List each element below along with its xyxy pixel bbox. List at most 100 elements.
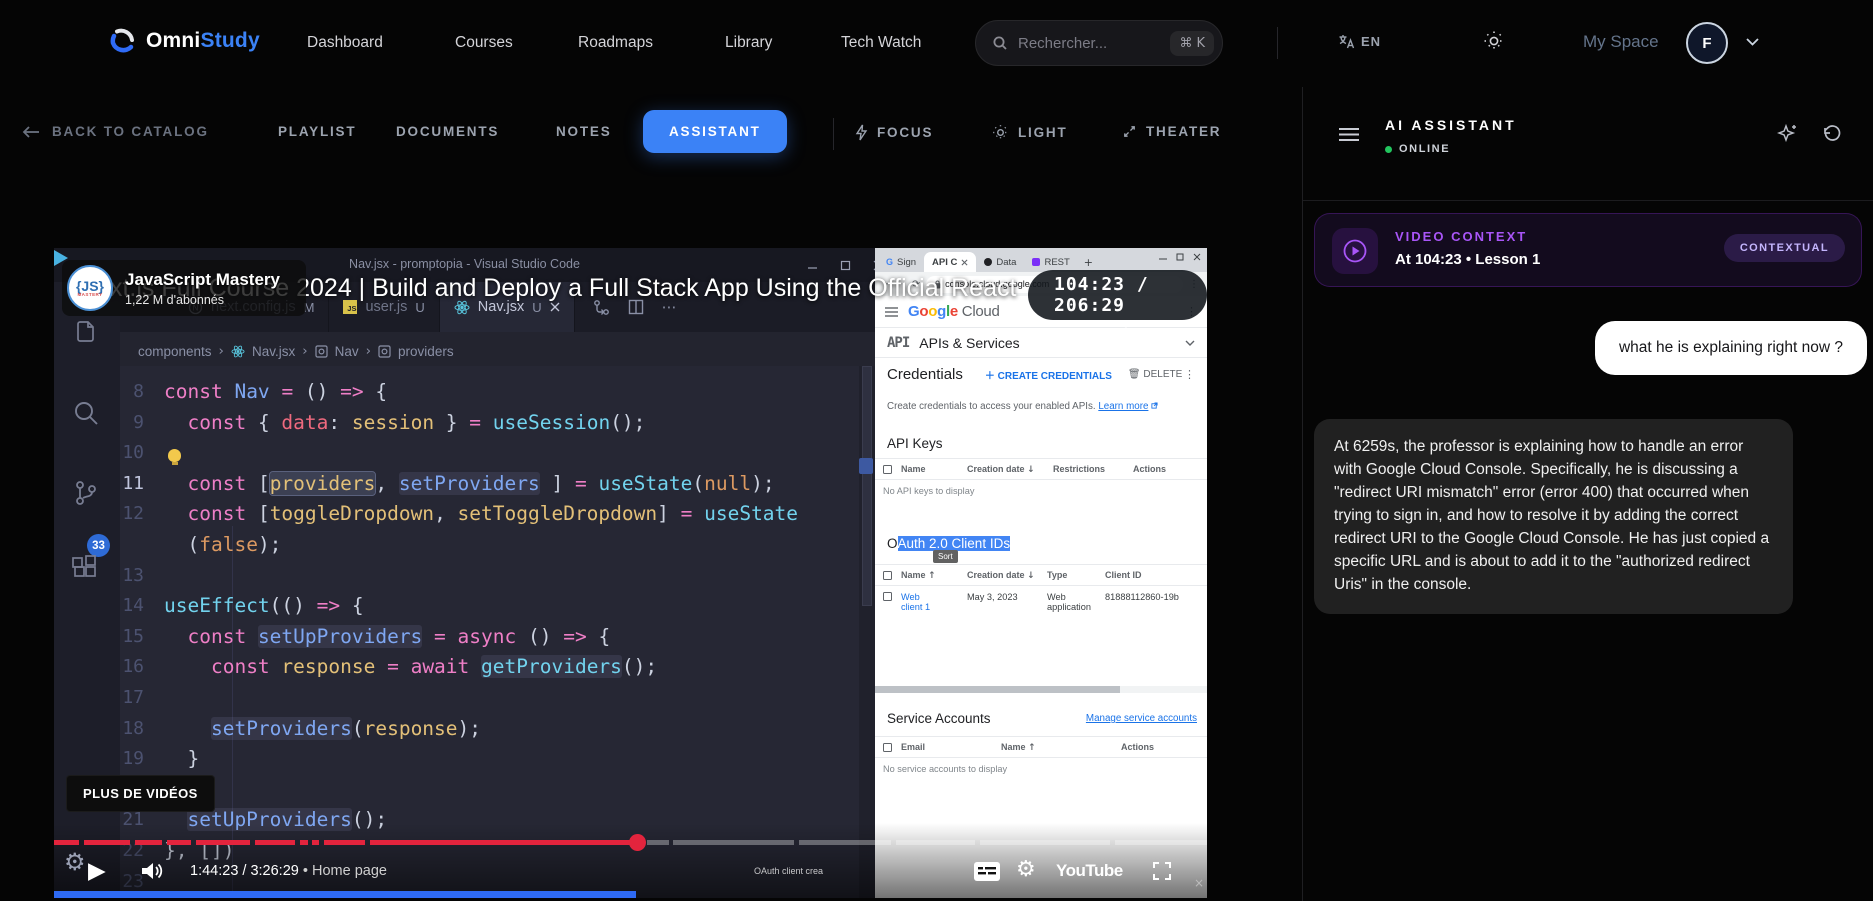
my-space-label[interactable]: My Space — [1583, 32, 1659, 52]
code-text: const response = await getProviders(); — [164, 652, 657, 683]
nav-dashboard[interactable]: Dashboard — [307, 34, 383, 52]
video-player[interactable]: Nav.jsx - promptopia - Visual Studio Cod… — [54, 248, 1207, 898]
oauth-client-row[interactable]: Webclient 1 May 3, 2023 Webapplication 8… — [875, 592, 1207, 612]
scrollbar-thumb[interactable] — [862, 366, 872, 606]
channel-avatar[interactable]: {JS} MASTERY — [67, 265, 113, 311]
close-tab-icon[interactable] — [961, 259, 968, 266]
code-line: 20 — [120, 775, 859, 806]
assistant-sidebar: AI ASSISTANT ONLINE VIDEO CONTEXT At 104… — [1302, 87, 1873, 901]
search-sidebar-icon[interactable] — [71, 398, 101, 428]
progress-segment — [799, 840, 891, 845]
close-icon[interactable]: × — [1194, 876, 1204, 890]
new-tab-button[interactable]: + — [1084, 256, 1093, 269]
play-button[interactable]: ▶ — [88, 858, 106, 884]
theme-brightness-button[interactable] — [1483, 30, 1505, 52]
channel-subscribers: 1,22 M d'abonnés — [125, 293, 280, 307]
code-text: } — [164, 744, 199, 775]
progress-segment — [167, 840, 191, 845]
checkbox[interactable] — [883, 571, 892, 580]
fullscreen-button[interactable] — [1152, 861, 1172, 881]
search-input[interactable]: Rechercher... ⌘K — [975, 20, 1223, 66]
code-text: const [toggleDropdown, setToggleDropdown… — [164, 499, 798, 530]
channel-name[interactable]: JavaScript Mastery — [125, 270, 280, 290]
profile-chevron-down-icon[interactable] — [1746, 38, 1759, 46]
close-tab-icon[interactable] — [550, 302, 560, 312]
hamburger-menu-icon[interactable] — [885, 307, 898, 317]
progress-segment — [647, 840, 669, 845]
nav-courses[interactable]: Courses — [455, 34, 513, 52]
focus-mode-button[interactable]: FOCUS — [855, 124, 933, 141]
kebab-menu-icon[interactable]: ⋮ — [1184, 368, 1195, 381]
oauth-toast: OAuth client crea — [754, 866, 823, 876]
back-to-catalog-button[interactable]: BACK TO CATALOG — [22, 124, 209, 139]
more-videos-button[interactable]: PLUS DE VIDÉOS — [66, 775, 215, 812]
nav-library[interactable]: Library — [725, 34, 772, 52]
create-credentials-button[interactable]: ＋ CREATE CREDENTIALS — [985, 367, 1112, 382]
scrollbar-thumb[interactable] — [875, 686, 1120, 693]
code-text: const { data: session } = useSession(); — [164, 408, 645, 439]
editor-scrollbar[interactable] — [859, 366, 875, 898]
avatar[interactable]: F — [1686, 22, 1728, 64]
video-progress-bar[interactable] — [54, 840, 1207, 845]
line-number: 19 — [120, 744, 164, 775]
youtube-logo[interactable]: YouTube — [1056, 861, 1123, 881]
nav-roadmaps[interactable]: Roadmaps — [578, 34, 653, 52]
code-line: 12 const [toggleDropdown, setToggleDropd… — [120, 499, 859, 530]
video-context-card[interactable]: VIDEO CONTEXT At 104:23 • Lesson 1 CONTE… — [1314, 213, 1862, 287]
browser-tab-sign[interactable]: G Sign — [878, 252, 924, 272]
code-text: const Nav = () => { — [164, 377, 387, 408]
reset-conversation-icon[interactable] — [1821, 123, 1842, 144]
code-line: 17 — [120, 683, 859, 714]
line-number: 14 — [120, 591, 164, 622]
hamburger-menu-icon[interactable] — [1339, 127, 1359, 142]
explorer-icon[interactable] — [71, 318, 99, 346]
checkbox[interactable] — [883, 592, 892, 601]
api-keys-title: API Keys — [887, 436, 943, 451]
delete-button[interactable]: 🗑 DELETE — [1128, 369, 1182, 380]
symbol-icon — [315, 345, 328, 358]
checkbox[interactable] — [883, 743, 892, 752]
subtitles-button[interactable] — [974, 862, 1000, 881]
language-switcher[interactable]: EN — [1338, 33, 1381, 50]
code-line: 9 const { data: session } = useSession()… — [120, 408, 859, 439]
progress-segment — [370, 840, 637, 845]
extensions-icon[interactable] — [71, 554, 99, 582]
app: OmniStudy Dashboard Courses Roadmaps Lib… — [0, 0, 1873, 901]
progress-segment — [255, 840, 295, 845]
learn-more-link[interactable]: Learn more — [1098, 401, 1148, 412]
progress-segment — [980, 840, 1110, 845]
manage-service-accounts-link[interactable]: Manage service accounts — [1086, 713, 1197, 724]
line-number: 8 — [120, 377, 164, 408]
horizontal-scrollbar[interactable] — [875, 686, 1207, 693]
sparkles-icon[interactable] — [1777, 123, 1799, 145]
apis-services-nav[interactable]: API APIs & Services — [875, 328, 1207, 358]
browser-tab-rest[interactable]: REST — [1024, 252, 1077, 272]
code-text: useEffect(() => { — [164, 591, 364, 622]
tab-documents[interactable]: DOCUMENTS — [396, 124, 499, 139]
lightbulb-icon[interactable] — [168, 449, 181, 462]
top-header: OmniStudy Dashboard Courses Roadmaps Lib… — [0, 0, 1873, 87]
source-control-icon[interactable] — [71, 478, 101, 508]
code-editor[interactable]: 8const Nav = () => {9 const { data: sess… — [120, 366, 859, 898]
settings-gear-button[interactable]: ⚙ — [1016, 857, 1036, 882]
line-number — [120, 530, 164, 561]
browser-tab-api-active[interactable]: API C — [924, 252, 976, 272]
time-display: 1:44:23 / 3:26:29 • Home page — [190, 863, 387, 879]
code-text: const [providers, setProviders ] = useSt… — [164, 469, 775, 500]
checkbox[interactable] — [883, 465, 892, 474]
tab-assistant-active[interactable]: ASSISTANT — [643, 110, 787, 153]
tab-playlist[interactable]: PLAYLIST — [278, 124, 356, 139]
browser-window: G Sign API C Data REST + — [875, 248, 1207, 898]
light-mode-button[interactable]: LIGHT — [992, 124, 1068, 141]
vscode-breadcrumb[interactable]: components› Nav.jsx› Nav› providers — [120, 336, 860, 366]
nav-tech-watch[interactable]: Tech Watch — [841, 34, 921, 52]
line-number: 17 — [120, 683, 164, 714]
channel-info[interactable]: {JS} MASTERY JavaScript Mastery 1,22 M d… — [62, 260, 306, 316]
toolbar-divider — [833, 118, 834, 150]
theater-mode-button[interactable]: THEATER — [1122, 124, 1221, 139]
volume-icon[interactable] — [140, 860, 164, 882]
minimize-icon — [1159, 253, 1167, 261]
brand-logo[interactable]: OmniStudy — [108, 27, 260, 55]
tab-notes[interactable]: NOTES — [556, 124, 612, 139]
browser-tab-data[interactable]: Data — [976, 252, 1024, 272]
